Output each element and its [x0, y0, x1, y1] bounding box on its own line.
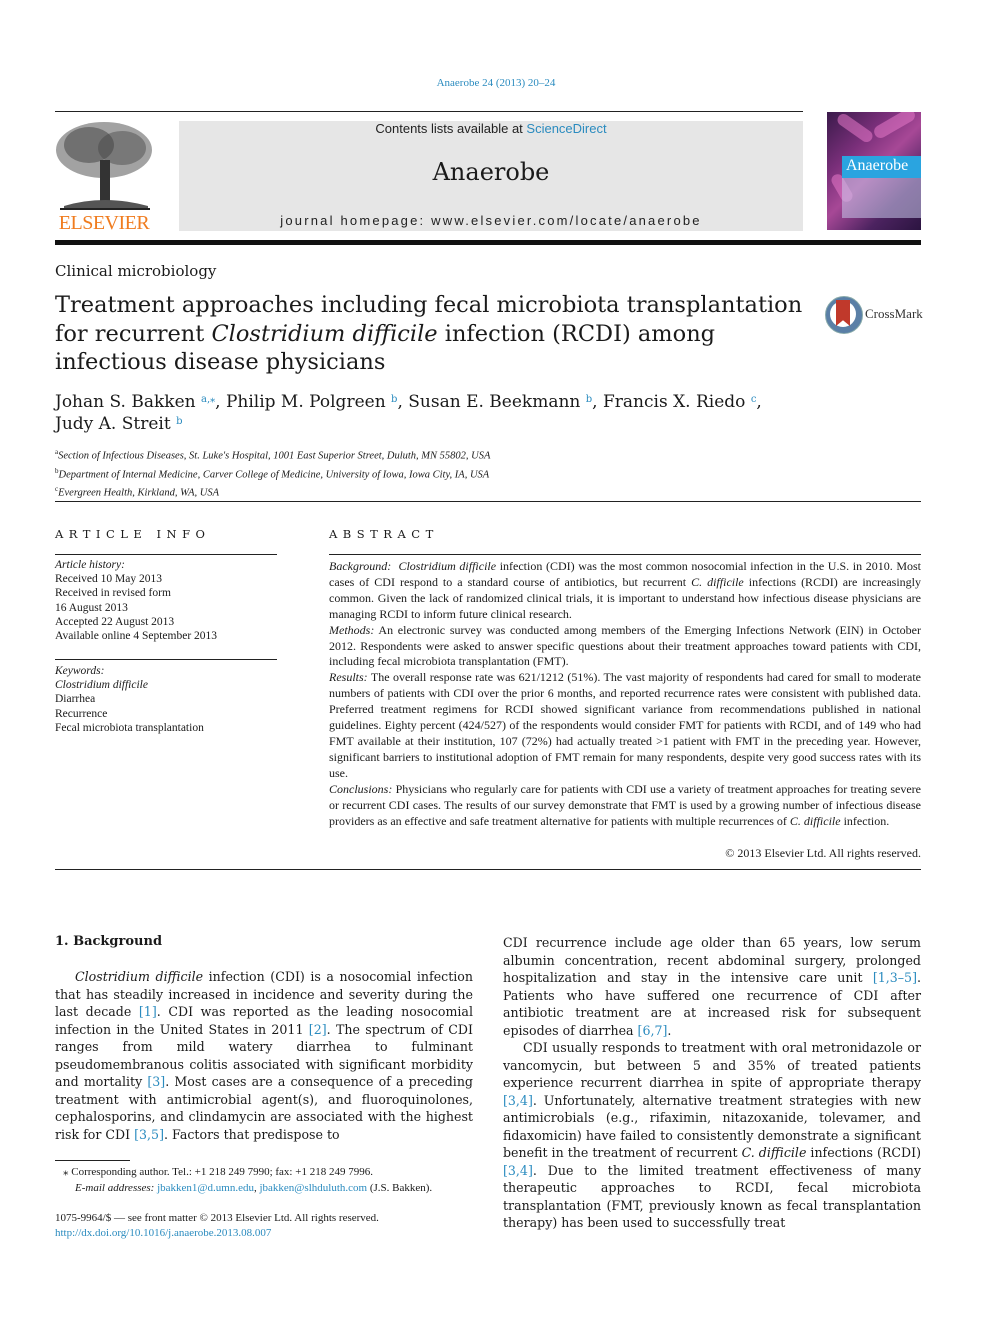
reference-link[interactable]: [3,4] [503, 1093, 533, 1108]
divider [55, 554, 277, 555]
tree-icon [56, 122, 152, 210]
divider [55, 869, 921, 870]
cover-title-band: Anaerobe [842, 156, 921, 178]
affiliations: aSection of Infectious Diseases, St. Luk… [55, 445, 815, 501]
front-matter: 1075-9964/$ — see front matter © 2013 El… [55, 1211, 485, 1241]
author[interactable]: Philip M. Polgreen b [226, 392, 398, 412]
corresponding-note: ⁎ Corresponding author. Tel.: +1 218 249… [63, 1166, 373, 1178]
journal-citation-link[interactable]: Anaerobe 24 (2013) 20–24 [0, 77, 992, 89]
keywords: Keywords: Clostridium difficile Diarrhea… [55, 664, 285, 735]
cover-title: Anaerobe [846, 157, 909, 174]
history-label: Article history: [55, 559, 125, 571]
body-column-left: Clostridium difficile infection (CDI) is… [55, 968, 473, 1143]
abstract-results: Results: The overall response rate was 6… [329, 670, 921, 780]
section-heading-background: 1. Background [55, 934, 163, 949]
keyword[interactable]: Fecal microbiota transplantation [55, 721, 285, 735]
article-info-heading: ARTICLE INFO [55, 527, 211, 541]
author[interactable]: Francis X. Riedo c [603, 392, 756, 412]
footnote-divider [55, 1160, 130, 1161]
body-paragraph: CDI usually responds to treatment with o… [503, 1040, 921, 1230]
contents-prefix: Contents lists available at [375, 121, 527, 136]
affiliation: aSection of Infectious Diseases, St. Luk… [55, 448, 491, 462]
reference-link[interactable]: [1,3–5] [873, 970, 917, 985]
email-link[interactable]: jbakken1@d.umn.edu [157, 1182, 254, 1194]
abstract-heading: ABSTRACT [329, 527, 439, 541]
history-item: 16 August 2013 [55, 601, 128, 614]
title-organism: Clostridium difficile [211, 320, 438, 347]
author[interactable]: Susan E. Beekmann b [408, 392, 592, 412]
keyword[interactable]: Clostridium difficile [55, 679, 148, 691]
email-link[interactable]: jbakken@slhduluth.com [259, 1182, 367, 1194]
keyword[interactable]: Diarrhea [55, 692, 285, 706]
email-line: E-mail addresses: jbakken1@d.umn.edu, jb… [75, 1182, 433, 1194]
author[interactable]: Judy A. Streit b [55, 414, 182, 434]
journal-cover-image[interactable]: Anaerobe [827, 112, 921, 230]
body-column-right: CDI recurrence include age older than 65… [503, 934, 921, 1232]
corresponding-author-footnote: ⁎ Corresponding author. Tel.: +1 218 249… [55, 1164, 485, 1196]
reference-link[interactable]: [3,4] [503, 1163, 533, 1178]
history-item: Received in revised form [55, 587, 171, 600]
contents-line: Contents lists available at ScienceDirec… [179, 121, 803, 136]
reference-link[interactable]: [1] [139, 1004, 157, 1019]
elsevier-wordmark: ELSEVIER [58, 212, 150, 234]
homepage-prefix: journal homepage: [280, 213, 432, 228]
keyword[interactable]: Recurrence [55, 707, 285, 721]
crossmark-button[interactable]: CrossMark [825, 296, 925, 336]
affiliation: cEvergreen Health, Kirkland, WA, USA [55, 485, 220, 499]
doi-link[interactable]: http://dx.doi.org/10.1016/j.anaerobe.201… [55, 1227, 271, 1239]
abstract-conclusions: Conclusions: Physicians who regularly ca… [329, 781, 921, 828]
divider [55, 659, 277, 660]
body-paragraph-continued: CDI recurrence include age older than 65… [503, 935, 921, 1038]
divider [55, 501, 921, 502]
header-divider [55, 111, 803, 112]
reference-link[interactable]: [6,7] [638, 1023, 668, 1038]
issn-copyright: 1075-9964/$ — see front matter © 2013 El… [55, 1212, 379, 1224]
reference-link[interactable]: [3] [147, 1074, 165, 1089]
sciencedirect-link[interactable]: ScienceDirect [526, 121, 606, 136]
affiliation: bDepartment of Internal Medicine, Carver… [55, 466, 490, 481]
abstract-background: Background: Clostridium difficile infect… [329, 559, 922, 621]
article-title: Treatment approaches including fecal mic… [55, 291, 815, 377]
abstract-copyright: © 2013 Elsevier Ltd. All rights reserved… [725, 846, 921, 860]
article-history: Article history: Received 10 May 2013 Re… [55, 558, 285, 643]
abstract-body: Background: Clostridium difficile infect… [329, 559, 921, 829]
bacterium-shape [835, 112, 875, 145]
author-list: Johan S. Bakken a,⁎, Philip M. Polgreen … [55, 392, 762, 434]
history-item: Received 10 May 2013 [55, 573, 162, 586]
journal-masthead: Contents lists available at ScienceDirec… [179, 121, 803, 231]
crossmark-label: CrossMark [865, 306, 923, 321]
reference-link[interactable]: [3,5] [134, 1127, 164, 1142]
reference-link[interactable]: [2] [309, 1022, 327, 1037]
journal-name: Anaerobe [432, 158, 550, 186]
homepage-url[interactable]: www.elsevier.com/locate/anaerobe [431, 213, 702, 228]
keywords-label: Keywords: [55, 665, 105, 677]
history-item: Available online 4 September 2013 [55, 630, 218, 643]
journal-homepage: journal homepage: www.elsevier.com/locat… [179, 213, 803, 228]
author[interactable]: Johan S. Bakken a,⁎ [55, 392, 215, 412]
article-section-label: Clinical microbiology [55, 262, 217, 280]
cover-panel [842, 178, 921, 218]
abstract-methods: Methods: An electronic survey was conduc… [329, 622, 921, 669]
header-thick-divider [55, 240, 921, 245]
bacterium-shape [871, 112, 918, 141]
divider [329, 554, 921, 555]
history-item: Accepted 22 August 2013 [55, 615, 175, 628]
body-paragraph: Clostridium difficile infection (CDI) is… [55, 969, 473, 1142]
